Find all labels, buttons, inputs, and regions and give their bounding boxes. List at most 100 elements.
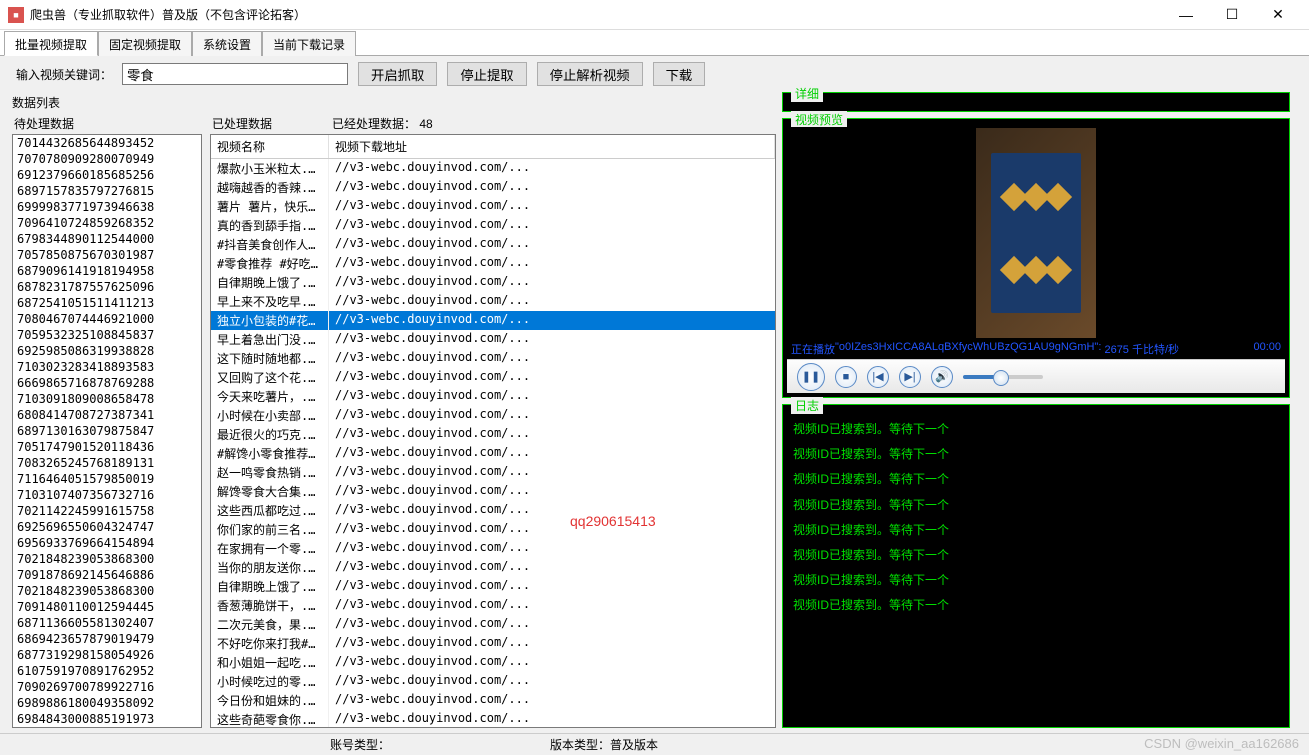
download-button[interactable]: 下载 <box>653 62 706 86</box>
list-item[interactable]: 7021848239053868300 <box>13 551 201 567</box>
list-item[interactable]: 7014432685644893452 <box>13 135 201 151</box>
list-item[interactable]: 7116464051579850019 <box>13 471 201 487</box>
tab-0[interactable]: 批量视频提取 <box>4 31 98 56</box>
tab-2[interactable]: 系统设置 <box>192 31 262 56</box>
list-item[interactable]: 6877319298158054926 <box>13 647 201 663</box>
stop-button[interactable]: ■ <box>835 366 857 388</box>
list-item[interactable]: 6925985086319938828 <box>13 343 201 359</box>
start-crawl-button[interactable]: 开启抓取 <box>358 62 437 86</box>
list-item[interactable]: 7103091809008658478 <box>13 391 201 407</box>
log-textarea[interactable]: 视频ID已搜索到。等待下一个视频ID已搜索到。等待下一个视频ID已搜索到。等待下… <box>787 413 1285 723</box>
list-item[interactable]: 7057850875670301987 <box>13 247 201 263</box>
table-row[interactable]: #零食推荐 #好吃...//v3-webc.douyinvod.com/... <box>211 254 775 273</box>
list-item[interactable]: 6107591970891762952 <box>13 663 201 679</box>
list-item[interactable]: 6878231787557625096 <box>13 279 201 295</box>
table-row[interactable]: 解馋零食大合集...//v3-webc.douyinvod.com/... <box>211 482 775 501</box>
list-item[interactable]: 6871136605581302407 <box>13 615 201 631</box>
table-row[interactable]: 真的香到舔手指...//v3-webc.douyinvod.com/... <box>211 216 775 235</box>
list-item[interactable]: 6798344890112544000 <box>13 231 201 247</box>
video-preview-area[interactable] <box>787 127 1285 339</box>
processed-header: 已处理数据 <box>212 115 272 132</box>
stop-extract-button[interactable]: 停止提取 <box>447 62 526 86</box>
list-item[interactable]: 7090269700789922716 <box>13 679 201 695</box>
list-item[interactable]: 6872541051511411213 <box>13 295 201 311</box>
list-item[interactable]: 7080467074446921000 <box>13 311 201 327</box>
list-item[interactable]: 7086772478999072007 <box>13 727 201 728</box>
table-row[interactable]: 赵一鸣零食热销...//v3-webc.douyinvod.com/... <box>211 463 775 482</box>
play-pause-button[interactable]: ❚❚ <box>797 363 825 391</box>
tab-3[interactable]: 当前下载记录 <box>262 31 356 56</box>
table-row[interactable]: 你们家的前三名...//v3-webc.douyinvod.com/... <box>211 520 775 539</box>
table-row[interactable]: 不好吃你来打我#...//v3-webc.douyinvod.com/... <box>211 634 775 653</box>
list-item[interactable]: 6879096141918194958 <box>13 263 201 279</box>
table-row[interactable]: 薯片 薯片，快乐...//v3-webc.douyinvod.com/... <box>211 197 775 216</box>
table-row[interactable]: 和小姐姐一起吃...//v3-webc.douyinvod.com/... <box>211 653 775 672</box>
account-type-label: 账号类型： <box>330 736 390 753</box>
tab-1[interactable]: 固定视频提取 <box>98 31 192 56</box>
list-item[interactable]: 6925696550604324747 <box>13 519 201 535</box>
table-row[interactable]: 二次元美食，果...//v3-webc.douyinvod.com/... <box>211 615 775 634</box>
table-row[interactable]: #解馋小零食推荐...//v3-webc.douyinvod.com/... <box>211 444 775 463</box>
next-button[interactable]: ▶| <box>899 366 921 388</box>
table-row[interactable]: 爆款小玉米粒太...//v3-webc.douyinvod.com/... <box>211 159 775 178</box>
table-row[interactable]: 在家拥有一个零...//v3-webc.douyinvod.com/... <box>211 539 775 558</box>
table-row[interactable]: 早上来不及吃早...//v3-webc.douyinvod.com/... <box>211 292 775 311</box>
table-row[interactable]: 小时候在小卖部...//v3-webc.douyinvod.com/... <box>211 406 775 425</box>
list-item[interactable]: 7083265245768189131 <box>13 455 201 471</box>
list-item[interactable]: 7070780909280070949 <box>13 151 201 167</box>
table-row[interactable]: 当你的朋友送你...//v3-webc.douyinvod.com/... <box>211 558 775 577</box>
list-item[interactable]: 7021848239053868300 <box>13 583 201 599</box>
table-row[interactable]: 这下随时随地都...//v3-webc.douyinvod.com/... <box>211 349 775 368</box>
table-row[interactable]: #抖音美食创作人...//v3-webc.douyinvod.com/... <box>211 235 775 254</box>
list-item[interactable]: 7091878692145646886 <box>13 567 201 583</box>
main-tabs: 批量视频提取固定视频提取系统设置当前下载记录 <box>0 30 1309 56</box>
table-row[interactable]: 自律期晚上饿了...//v3-webc.douyinvod.com/... <box>211 273 775 292</box>
list-item[interactable]: 6869423657879019479 <box>13 631 201 647</box>
list-item[interactable]: 6912379660185685256 <box>13 167 201 183</box>
maximize-button[interactable]: ☐ <box>1209 1 1255 29</box>
table-row[interactable]: 越嗨越香的香辣...//v3-webc.douyinvod.com/... <box>211 178 775 197</box>
list-item[interactable]: 7021142245991615758 <box>13 503 201 519</box>
table-row[interactable]: 又回购了这个花...//v3-webc.douyinvod.com/... <box>211 368 775 387</box>
minimize-button[interactable]: — <box>1163 1 1209 29</box>
close-button[interactable]: ✕ <box>1255 1 1301 29</box>
volume-icon[interactable]: 🔊 <box>931 366 953 388</box>
table-row[interactable]: 这些西瓜都吃过...//v3-webc.douyinvod.com/... <box>211 501 775 520</box>
log-group: 日志 视频ID已搜索到。等待下一个视频ID已搜索到。等待下一个视频ID已搜索到。… <box>782 404 1290 728</box>
list-item[interactable]: 7103107407356732716 <box>13 487 201 503</box>
table-row[interactable]: 自律期晚上饿了...//v3-webc.douyinvod.com/... <box>211 577 775 596</box>
list-item[interactable]: 7051747901520118436 <box>13 439 201 455</box>
list-item[interactable]: 6897130163079875847 <box>13 423 201 439</box>
col-video-url[interactable]: 视频下载地址 <box>329 135 775 158</box>
list-item[interactable]: 6999983771973946638 <box>13 199 201 215</box>
keyword-input[interactable] <box>122 63 348 85</box>
list-item[interactable]: 6808414708727387341 <box>13 407 201 423</box>
table-row[interactable]: 最近很火的巧克...//v3-webc.douyinvod.com/... <box>211 425 775 444</box>
prev-button[interactable]: |◀ <box>867 366 889 388</box>
list-item[interactable]: 6956933769664154894 <box>13 535 201 551</box>
stop-parse-button[interactable]: 停止解析视频 <box>537 62 643 86</box>
list-item[interactable]: 7103023283418893583 <box>13 359 201 375</box>
now-playing-status: 正在播放 "o0IZes3HxICCA8ALqBXfycWhUBzQG1AU9g… <box>787 339 1285 359</box>
list-item[interactable]: 7059532325108845837 <box>13 327 201 343</box>
log-line: 视频ID已搜索到。等待下一个 <box>793 543 1279 568</box>
table-row[interactable]: 今日份和姐妹的...//v3-webc.douyinvod.com/... <box>211 691 775 710</box>
list-item[interactable]: 6669865716878769288 <box>13 375 201 391</box>
list-item[interactable]: 6984843000885191973 <box>13 711 201 727</box>
processed-table[interactable]: 视频名称 视频下载地址 爆款小玉米粒太...//v3-webc.douyinvo… <box>210 134 776 728</box>
table-row[interactable]: 小时候吃过的零...//v3-webc.douyinvod.com/... <box>211 672 775 691</box>
volume-slider[interactable] <box>963 375 1043 379</box>
table-row[interactable]: 香葱薄脆饼干，...//v3-webc.douyinvod.com/... <box>211 596 775 615</box>
pending-listbox[interactable]: 7014432685644893452707078090928007094969… <box>12 134 202 728</box>
pending-header: 待处理数据 <box>12 113 202 134</box>
table-row[interactable]: 早上着急出门没...//v3-webc.douyinvod.com/... <box>211 330 775 349</box>
table-row[interactable]: 今天来吃薯片，...//v3-webc.douyinvod.com/... <box>211 387 775 406</box>
list-item[interactable]: 7091480110012594445 <box>13 599 201 615</box>
log-line: 视频ID已搜索到。等待下一个 <box>793 568 1279 593</box>
col-video-name[interactable]: 视频名称 <box>211 135 329 158</box>
table-row[interactable]: 独立小包装的#花...//v3-webc.douyinvod.com/... <box>211 311 775 330</box>
list-item[interactable]: 7096410724859268352 <box>13 215 201 231</box>
table-row[interactable]: 这些奇葩零食你...//v3-webc.douyinvod.com/... <box>211 710 775 728</box>
list-item[interactable]: 6989886180049358092 <box>13 695 201 711</box>
list-item[interactable]: 6897157835797276815 <box>13 183 201 199</box>
